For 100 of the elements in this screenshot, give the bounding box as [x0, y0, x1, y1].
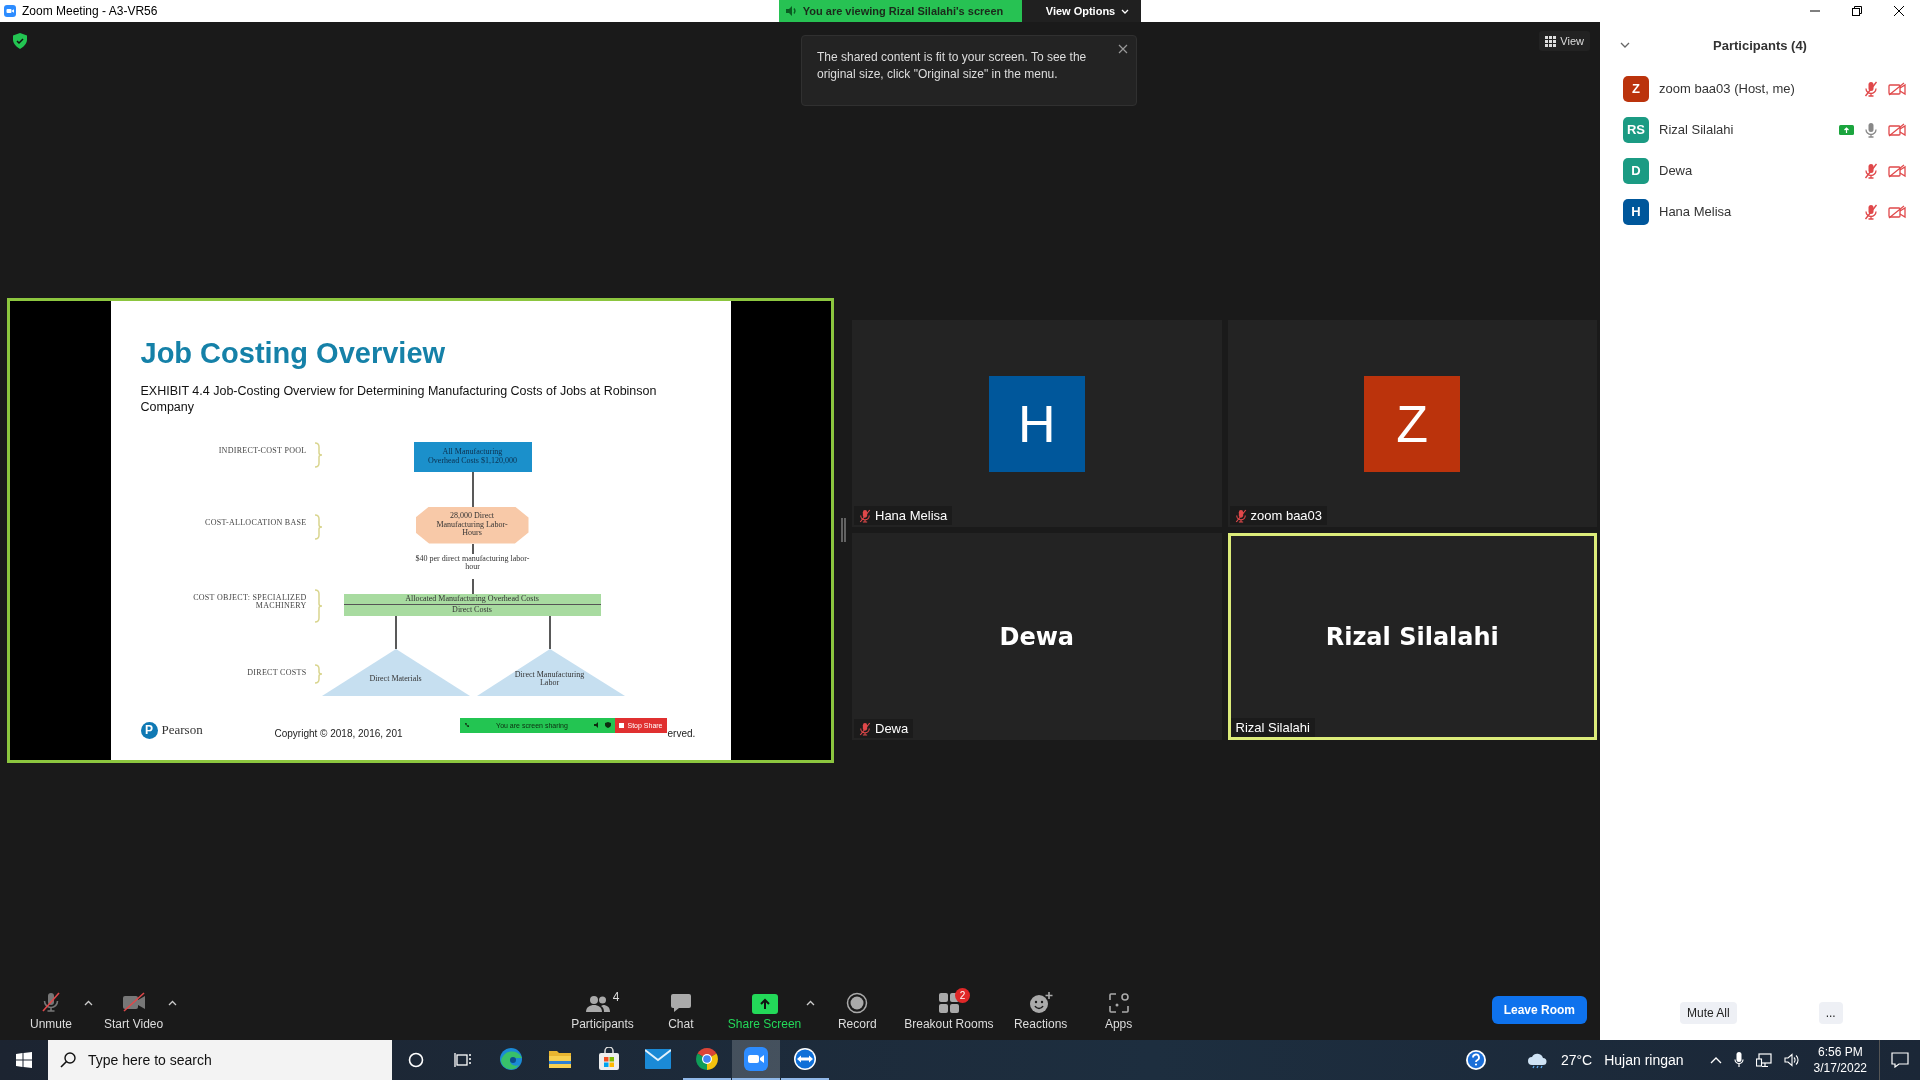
- participant-name: Dewa: [1659, 163, 1694, 178]
- diagram-label: INDIRECT-COST POOL: [217, 446, 307, 455]
- leave-room-button[interactable]: Leave Room: [1491, 996, 1587, 1024]
- diagram-label: DIRECT COSTS: [246, 668, 307, 677]
- clock[interactable]: 6:56 PM 3/17/2022: [1813, 1044, 1867, 1076]
- panel-title: Participants (4): [1713, 37, 1807, 53]
- folder-icon[interactable]: [547, 1048, 572, 1070]
- slide-title: Job Costing Overview: [140, 336, 446, 370]
- avatar-tile: Z: [1364, 375, 1461, 472]
- people-icon[interactable]: [585, 993, 610, 1014]
- share-screen-icon[interactable]: [751, 993, 778, 1014]
- mute-all-button[interactable]: Mute All: [1680, 1002, 1737, 1024]
- participant-name: Rizal Silalahi: [1325, 622, 1499, 651]
- date-text: 3/17/2022: [1813, 1060, 1867, 1076]
- reactions-button[interactable]: Reactions: [1004, 989, 1077, 1031]
- zoom-app-icon: [4, 5, 16, 17]
- name-text: zoom baa03: [1250, 508, 1323, 523]
- microphone-icon[interactable]: [1733, 1052, 1744, 1068]
- name-text: Rizal Silalahi: [1235, 720, 1310, 735]
- notification-icon[interactable]: [1891, 1052, 1909, 1068]
- diagram-label: COST-ALLOCATION BASE: [204, 518, 307, 527]
- cost-object-text: Allocated Manufacturing Overhead Costs: [404, 593, 540, 604]
- slide-subtitle: EXHIBIT 4.4 Job-Costing Overview for Determining Manufacturing Costs of Jobs at Robinson Company: [140, 382, 658, 415]
- reactions-icon[interactable]: [1028, 991, 1053, 1014]
- time-text: 6:56 PM: [1817, 1044, 1863, 1060]
- speaker-icon: [784, 5, 797, 17]
- caret-icon[interactable]: [84, 999, 93, 1006]
- record-icon[interactable]: [846, 991, 869, 1014]
- zoom-app-icon[interactable]: [743, 1047, 768, 1071]
- chat-button[interactable]: Chat: [644, 989, 717, 1031]
- temperature-text[interactable]: 27°C: [1560, 1052, 1593, 1068]
- cost-pool-box: All Manufacturing Overhead Costs $1,120,000: [413, 441, 532, 472]
- copyright-text: erved.: [667, 727, 696, 739]
- close-icon[interactable]: [1893, 5, 1905, 17]
- participant-row[interactable]: D Dewa: [1600, 150, 1920, 191]
- participants-button[interactable]: 4 Participants: [566, 989, 639, 1031]
- weather-text[interactable]: Hujan ringan: [1604, 1052, 1684, 1068]
- video-button[interactable]: Start Video: [99, 989, 169, 1031]
- logo-mark: P: [140, 721, 158, 739]
- brace-mark: [313, 588, 323, 623]
- mic-button[interactable]: Unmute: [18, 989, 84, 1031]
- connector-line: [394, 614, 397, 650]
- network-icon[interactable]: [1755, 1052, 1772, 1068]
- avatar-tile: H: [988, 375, 1085, 472]
- view-button[interactable]: View: [1539, 31, 1590, 51]
- participant-row[interactable]: RS Rizal Silalahi: [1600, 109, 1920, 150]
- help-icon[interactable]: [1464, 1049, 1487, 1071]
- volume-icon[interactable]: [1783, 1053, 1800, 1067]
- participant-row[interactable]: Z zoom baa03 (Host, me): [1600, 68, 1920, 109]
- stop-icon: [619, 722, 625, 728]
- video-off-icon[interactable]: [120, 989, 147, 1014]
- chat-icon[interactable]: [669, 991, 692, 1014]
- breakout-button[interactable]: Breakout Rooms 2: [899, 989, 999, 1031]
- more-button[interactable]: ...: [1818, 1002, 1843, 1024]
- grid-icon: [1545, 35, 1557, 47]
- breakout-rooms-icon[interactable]: [937, 991, 960, 1014]
- window-title: Zoom Meeting - A3-VR56: [22, 4, 158, 18]
- caret-icon[interactable]: [806, 999, 816, 1006]
- chevron-up-icon[interactable]: [1709, 1056, 1722, 1064]
- participant-name: Dewa: [999, 622, 1075, 651]
- mail-icon[interactable]: [644, 1049, 671, 1069]
- diagram-label: COST OBJECT: SPECIALIZED MACHINERY: [192, 593, 307, 611]
- chrome-browser-icon[interactable]: [694, 1047, 719, 1071]
- participant-row[interactable]: H Hana Melisa: [1600, 191, 1920, 232]
- connector-line: [471, 470, 474, 508]
- splitter-handle[interactable]: [840, 518, 846, 542]
- rate-text: $40 per direct manufacturing labor-hour: [414, 554, 531, 572]
- edge-browser-icon[interactable]: [498, 1047, 523, 1071]
- copyright-text: Copyright © 2018, 2016, 201: [274, 727, 403, 739]
- apps-icon[interactable]: [1107, 991, 1130, 1014]
- start-icon[interactable]: [16, 1052, 32, 1068]
- name-text: Hana Melisa: [875, 508, 948, 523]
- cortana-icon[interactable]: [407, 1052, 424, 1068]
- caret-icon: [1121, 8, 1130, 14]
- name-text: Dewa: [875, 721, 909, 736]
- record-button[interactable]: Record: [821, 989, 894, 1031]
- triangle-label: Direct Materials: [368, 674, 423, 683]
- share-status-banner: You are viewing Rizal Silalahi's screen: [778, 0, 1022, 22]
- remote-app-icon[interactable]: [792, 1047, 817, 1071]
- participant-name: Hana Melisa: [1659, 204, 1733, 219]
- weather-cloud-icon[interactable]: [1526, 1051, 1549, 1069]
- collapse-icon[interactable]: [1620, 42, 1630, 48]
- store-bag-icon[interactable]: [596, 1047, 621, 1071]
- brace-mark: [313, 513, 323, 540]
- participant-name: zoom baa03 (Host, me): [1659, 81, 1796, 96]
- search-field[interactable]: Type here to search: [48, 1040, 392, 1080]
- security-shield-icon[interactable]: [13, 33, 27, 49]
- allocation-base-shape: 28,000 Direct Manufacturing Labor-Hours: [415, 506, 529, 544]
- shield-icon: [605, 722, 612, 728]
- apps-button[interactable]: Apps: [1082, 989, 1155, 1031]
- restore-icon[interactable]: [1851, 5, 1863, 17]
- avatar: RS: [1623, 116, 1649, 143]
- caret-icon[interactable]: [168, 999, 178, 1006]
- task-view-icon[interactable]: [453, 1052, 472, 1068]
- cost-object-text: Direct Costs: [343, 604, 601, 616]
- avatar: H: [1623, 198, 1649, 225]
- brace-mark: [313, 663, 323, 684]
- participant-name: Rizal Silalahi: [1659, 122, 1735, 137]
- view-options-button[interactable]: View Options: [1021, 0, 1142, 22]
- share-button[interactable]: Share Screen: [722, 989, 807, 1031]
